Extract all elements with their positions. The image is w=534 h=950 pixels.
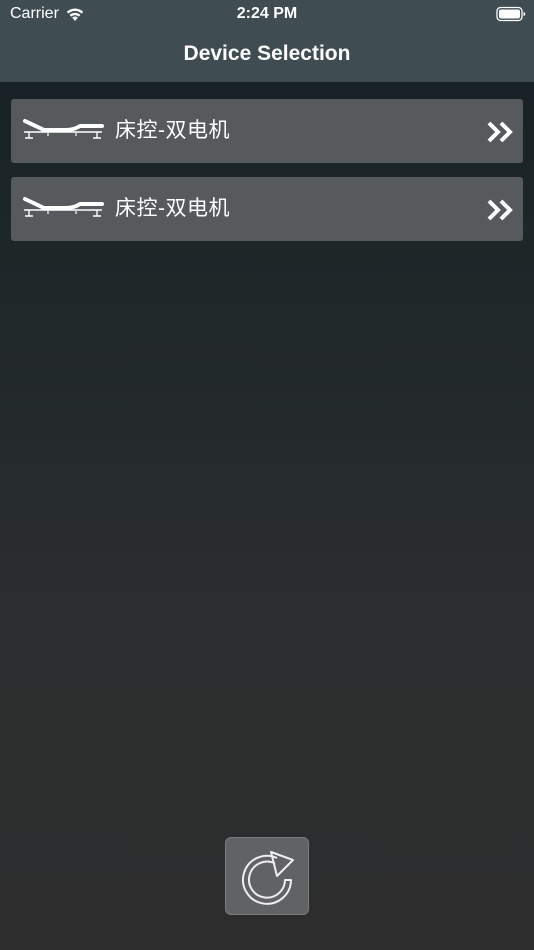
device-row[interactable]: 床控-双电机 <box>11 99 523 163</box>
device-label: 床控-双电机 <box>115 197 230 220</box>
page-title: Device Selection <box>183 42 351 65</box>
adjustable-bed-icon <box>23 197 104 217</box>
battery-icon <box>496 6 526 22</box>
refresh-icon <box>242 851 294 905</box>
double-chevron-right-icon[interactable] <box>487 198 513 222</box>
device-row[interactable]: 床控-双电机 <box>11 177 523 241</box>
status-time: 2:24 PM <box>236 5 298 22</box>
navigation-bar: Carrier 2:24 PM Device Selection <box>0 0 534 82</box>
double-chevron-right-icon[interactable] <box>487 120 513 144</box>
device-list: 床控-双电机 床控-双电机 <box>11 99 523 255</box>
device-label: 床控-双电机 <box>115 119 230 142</box>
refresh-button[interactable] <box>225 837 309 915</box>
adjustable-bed-icon <box>23 119 104 139</box>
